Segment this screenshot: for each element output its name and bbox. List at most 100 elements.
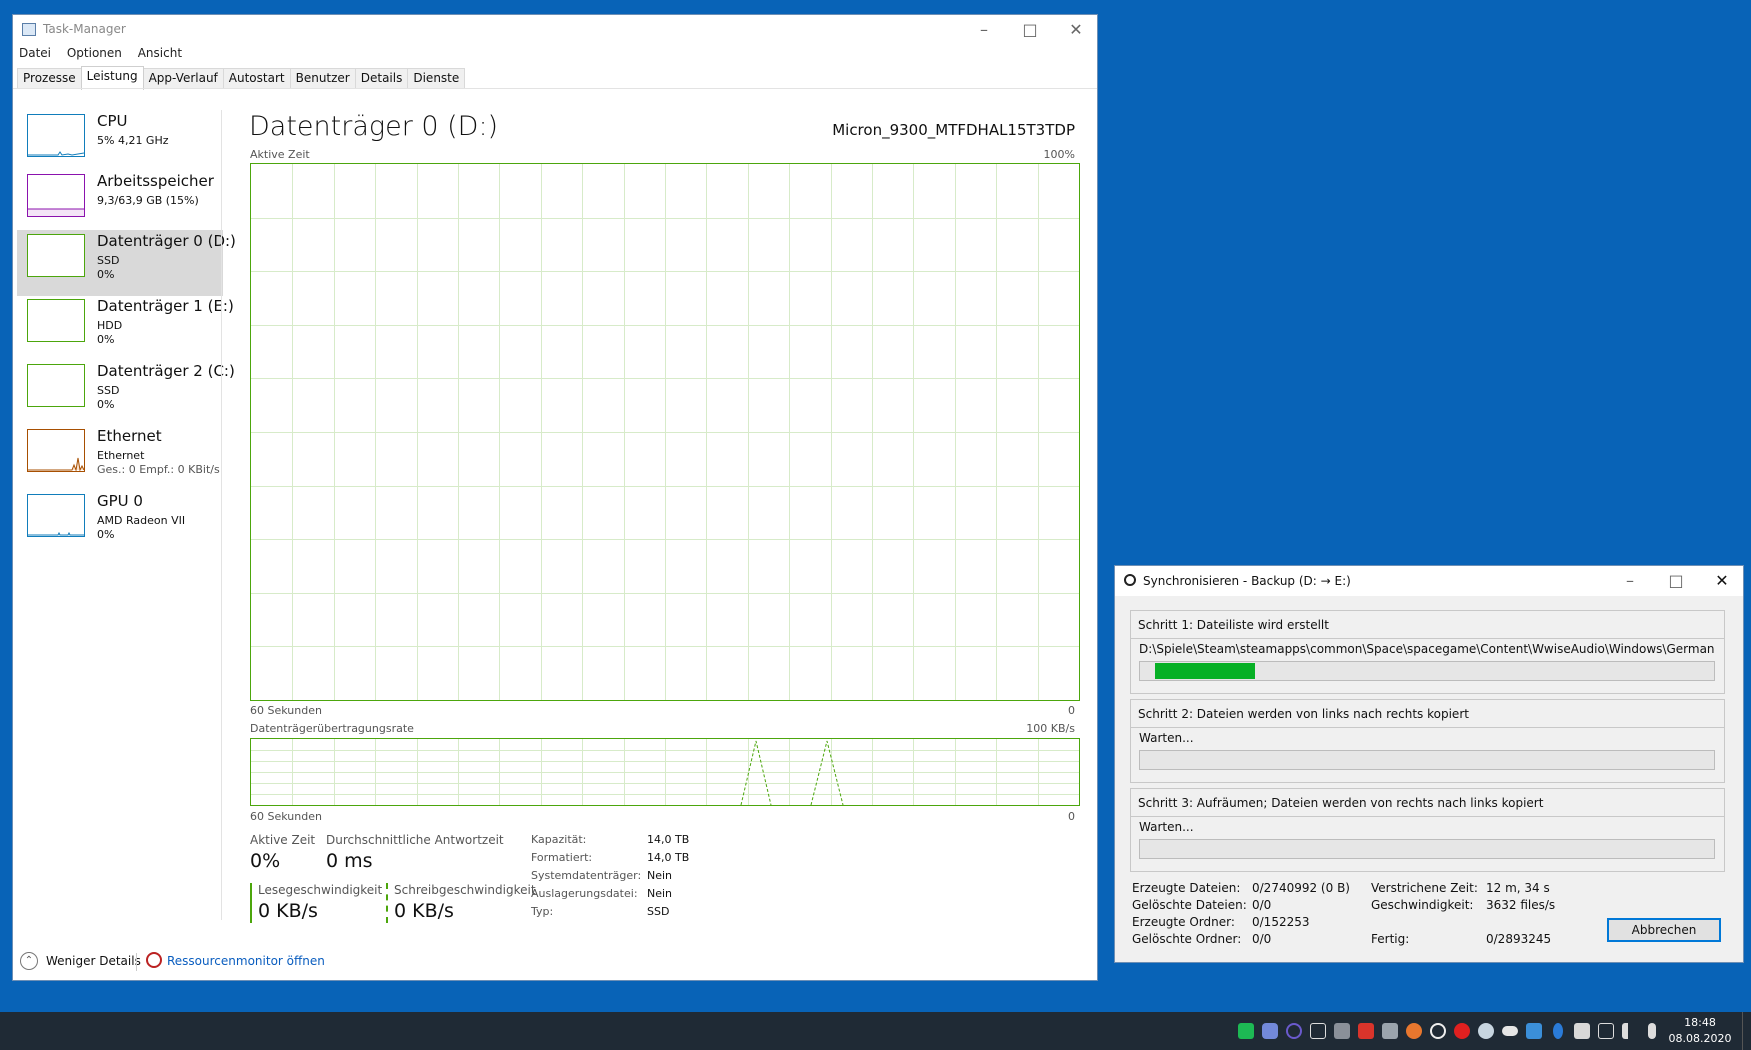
sidebar-item-cpu[interactable]: CPU 5% 4,21 GHz [17, 110, 223, 176]
open-resource-monitor-link[interactable]: Ressourcenmonitor öffnen [167, 954, 325, 968]
sidebar-item-label: Ethernet [97, 427, 162, 445]
prop-system-key: Systemdatenträger: [531, 869, 642, 882]
step-1-title: Schritt 1: Dateiliste wird erstellt [1131, 611, 1724, 639]
browser-app-icon[interactable] [1406, 1023, 1422, 1039]
clock-date[interactable]: 08.08.2020 [1665, 1032, 1735, 1045]
chevron-up-icon[interactable]: ⌃ [20, 952, 38, 970]
cloud-icon[interactable] [1502, 1026, 1518, 1036]
sidebar-item-usage: 0% [97, 528, 115, 541]
security-icon[interactable] [1574, 1023, 1590, 1039]
sidebar-item-disk-1[interactable]: Datenträger 1 (E:) HDD 0% [17, 295, 234, 361]
active-time-stat-value: 0% [250, 850, 281, 872]
sidebar-item-label: Arbeitsspeicher [97, 172, 214, 190]
ethernet-thumbnail-graph [27, 429, 85, 472]
menu-datei[interactable]: Datei [19, 46, 51, 60]
sidebar-item-label: GPU 0 [97, 492, 143, 510]
microphone-icon[interactable] [1648, 1023, 1656, 1039]
sync-maximize-button[interactable]: □ [1653, 566, 1699, 596]
step-2-progress-bar [1139, 750, 1715, 770]
gpu-thumbnail-graph [27, 494, 85, 537]
sync-title-bar[interactable]: Synchronisieren - Backup (D: → E:) – □ ✕ [1115, 566, 1743, 596]
tool-app-icon[interactable] [1334, 1023, 1350, 1039]
memory-thumbnail-graph [27, 174, 85, 217]
network-share-icon[interactable] [1526, 1023, 1542, 1039]
close-button[interactable]: ✕ [1053, 15, 1099, 45]
task-manager-icon [22, 23, 36, 36]
volume-icon[interactable] [1622, 1023, 1638, 1039]
clock-time[interactable]: 18:48 [1665, 1016, 1735, 1029]
minimize-button[interactable]: – [961, 15, 1007, 45]
sidebar-item-detail: AMD Radeon VII [97, 514, 186, 527]
sidebar-item-detail: HDD [97, 319, 123, 332]
sidebar-item-label: Datenträger 0 (D:) [97, 232, 236, 250]
graph2-max: 100 KB/s [1026, 722, 1075, 735]
sync-window-title: Synchronisieren - Backup (D: → E:) [1143, 574, 1351, 588]
disk1-thumbnail-graph [27, 299, 85, 342]
prop-type-key: Typ: [531, 905, 554, 918]
step-3-progress-bar [1139, 839, 1715, 859]
prop-type-value: SSD [647, 905, 670, 918]
steam-icon[interactable] [1478, 1023, 1494, 1039]
tab-autostart[interactable]: Autostart [222, 68, 291, 89]
sidebar-divider [221, 110, 222, 920]
tab-app-verlauf[interactable]: App-Verlauf [142, 68, 224, 89]
tab-leistung[interactable]: Leistung [80, 66, 144, 90]
graph1-x-right: 0 [1068, 704, 1075, 717]
sidebar-item-detail: Ethernet [97, 449, 145, 462]
fewer-details-link[interactable]: Weniger Details [46, 954, 141, 968]
active-time-graph [250, 163, 1080, 701]
prop-capacity-value: 14,0 TB [647, 833, 690, 846]
speed-value: 3632 files/s [1486, 898, 1556, 912]
step-2-status: Warten... [1139, 731, 1194, 745]
discord-icon[interactable] [1262, 1023, 1278, 1039]
window-title: Task-Manager [43, 22, 126, 36]
graph1-max: 100% [1043, 148, 1075, 161]
tab-prozesse[interactable]: Prozesse [17, 68, 82, 89]
graph2-x-left: 60 Sekunden [250, 810, 322, 823]
sidebar-item-ethernet[interactable]: Ethernet Ethernet Ges.: 0 Empf.: 0 KBit/… [17, 425, 223, 491]
tab-details[interactable]: Details [354, 68, 409, 89]
created-files-value: 0/2740992 (0 B) [1252, 881, 1350, 895]
sidebar-item-gpu[interactable]: GPU 0 AMD Radeon VII 0% [17, 490, 223, 556]
g-app-icon[interactable] [1430, 1023, 1446, 1039]
speed-key: Geschwindigkeit: [1371, 898, 1474, 912]
bluetooth-icon[interactable] [1553, 1023, 1563, 1039]
title-bar[interactable]: Task-Manager – □ ✕ [13, 15, 1097, 45]
sync-app-icon [1124, 574, 1136, 586]
deleted-folders-key: Gelöschte Ordner: [1132, 932, 1242, 946]
menu-ansicht[interactable]: Ansicht [138, 46, 182, 60]
window-app-icon[interactable] [1310, 1023, 1326, 1039]
menu-optionen[interactable]: Optionen [67, 46, 122, 60]
step-1-progress-bar [1139, 661, 1715, 681]
response-time-value: 0 ms [326, 850, 373, 872]
created-files-key: Erzeugte Dateien: [1132, 881, 1241, 895]
sidebar-item-disk-0[interactable]: Datenträger 0 (D:) SSD 0% [17, 230, 236, 296]
sync-close-button[interactable]: ✕ [1699, 566, 1745, 596]
response-time-label: Durchschnittliche Antwortzeit [326, 833, 504, 847]
sidebar-item-memory[interactable]: Arbeitsspeicher 9,3/63,9 GB (15%) [17, 170, 223, 236]
deleted-files-value: 0/0 [1252, 898, 1272, 912]
tab-dienste[interactable]: Dienste [407, 68, 466, 89]
prop-formatted-value: 14,0 TB [647, 851, 690, 864]
graph2-label: Datenträgerübertragungsrate [250, 722, 414, 735]
elapsed-time-key: Verstrichene Zeit: [1371, 881, 1478, 895]
circle-app-icon[interactable] [1286, 1023, 1302, 1039]
tab-benutzer[interactable]: Benutzer [289, 68, 356, 89]
sync-minimize-button[interactable]: – [1607, 566, 1653, 596]
sidebar-item-disk-2[interactable]: Datenträger 2 (C:) SSD 0% [17, 360, 235, 426]
step-3-status: Warten... [1139, 820, 1194, 834]
gray-app-icon[interactable] [1382, 1023, 1398, 1039]
prop-capacity-key: Kapazität: [531, 833, 587, 846]
show-desktop-button[interactable] [1742, 1012, 1743, 1050]
step-2-title: Schritt 2: Dateien werden von links nach… [1131, 700, 1724, 728]
red-circle-app-icon[interactable] [1454, 1023, 1470, 1039]
red-app-icon[interactable] [1358, 1023, 1374, 1039]
maximize-button[interactable]: □ [1007, 15, 1053, 45]
read-speed-label: Lesegeschwindigkeit [258, 883, 383, 897]
disk-heading: Datenträger 0 (D:) [249, 111, 499, 142]
cancel-button[interactable]: Abbrechen [1607, 918, 1721, 942]
write-speed-indicator [386, 883, 388, 923]
network-icon[interactable] [1598, 1023, 1614, 1039]
footer-separator [136, 953, 137, 971]
check-shield-icon[interactable] [1238, 1023, 1254, 1039]
